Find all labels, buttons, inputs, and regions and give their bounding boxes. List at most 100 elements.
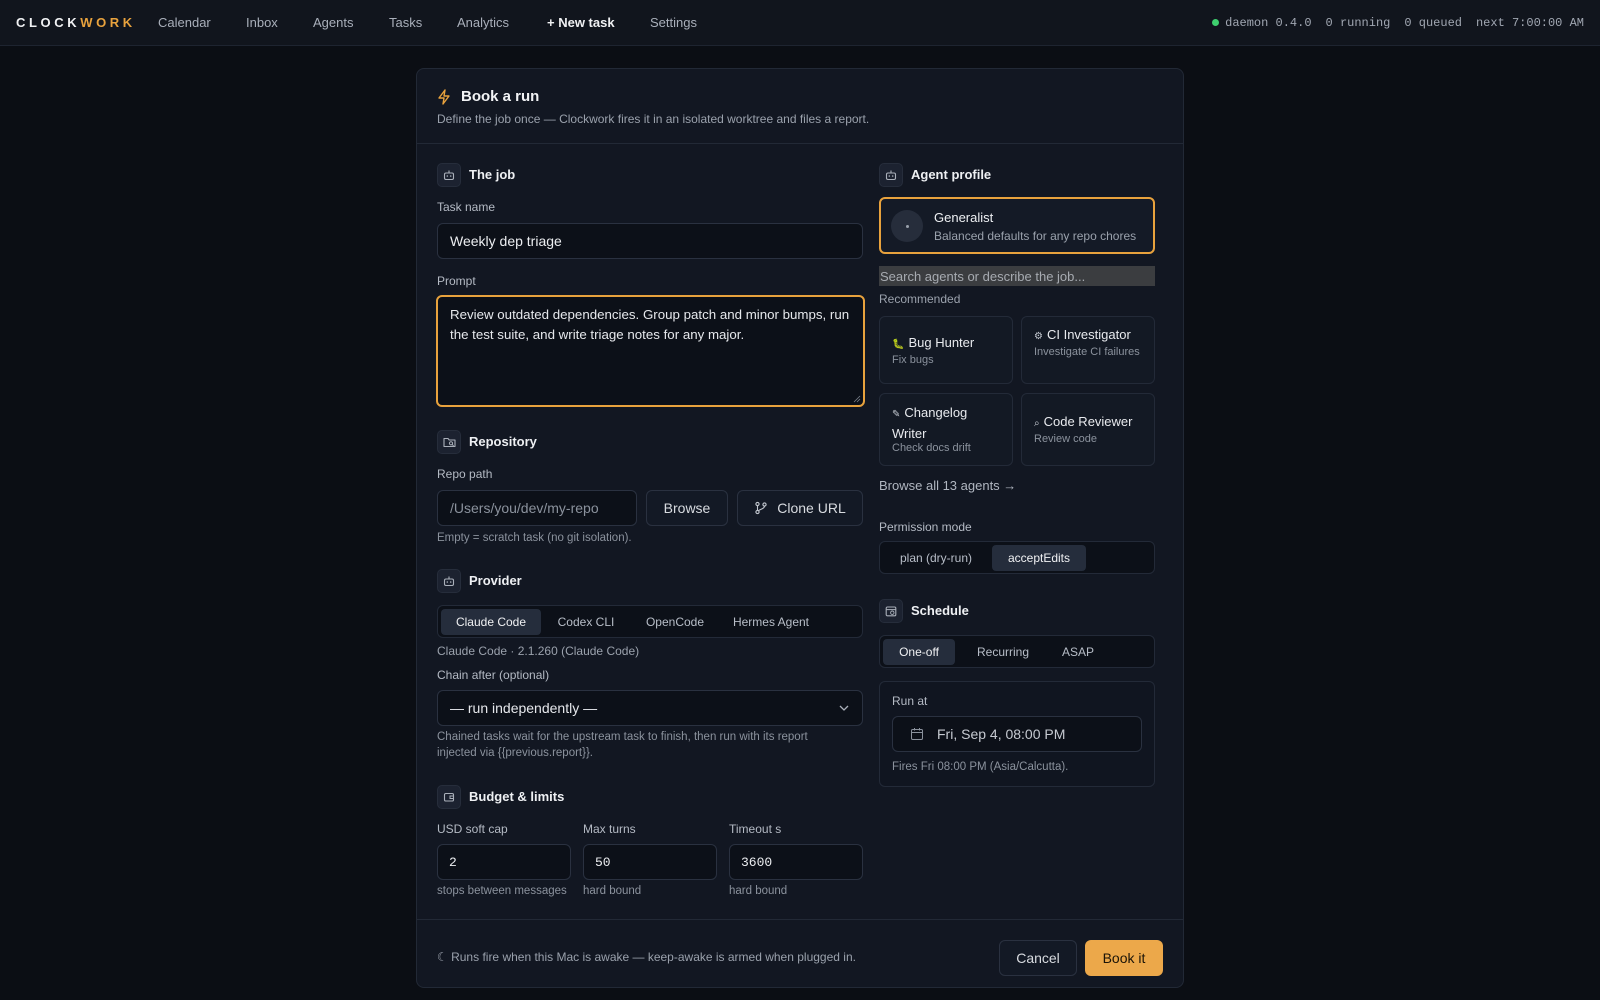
daemon-status: daemon 0.4.0 0 running 0 queued next 7:0…: [1212, 16, 1584, 30]
logo-text-work: WORK: [80, 15, 136, 30]
wallet-icon: [437, 785, 461, 809]
task-name-label: Task name: [437, 200, 496, 214]
section-title-agent-profile: Agent profile: [911, 167, 992, 182]
book-run-dialog: Book a run Define the job once — Clockwo…: [416, 68, 1184, 988]
permission-option-plan[interactable]: plan (dry-run): [883, 545, 989, 571]
selected-agent-name: Generalist: [934, 210, 994, 225]
resize-handle-icon[interactable]: [853, 395, 861, 403]
nav-agents[interactable]: Agents: [313, 15, 353, 30]
agent-card-name: CI Investigator: [1046, 327, 1131, 342]
repo-path-input[interactable]: /Users/you/dev/my-repo: [437, 490, 637, 526]
section-title-schedule: Schedule: [911, 603, 969, 618]
dialog-footer: ☾ Runs fire when this Mac is awake — kee…: [417, 919, 1183, 987]
max-turns-label: Max turns: [583, 822, 636, 836]
permission-option-accept-edits[interactable]: acceptEdits: [992, 545, 1086, 571]
fires-note: Fires Fri 08:00 PM (Asia/Calcutta).: [892, 761, 1069, 773]
pencil-icon: ✎: [892, 409, 901, 420]
agent-search-input[interactable]: Search agents or describe the job...: [879, 266, 1155, 286]
keep-awake-note: ☾ Runs fire when this Mac is awake — kee…: [437, 950, 856, 964]
top-nav-bar: CLOCKWORK Calendar Inbox Agents Tasks An…: [0, 0, 1600, 46]
running-count: 0 running: [1325, 16, 1391, 30]
provider-robot-icon: [437, 569, 461, 593]
section-title-budget: Budget & limits: [469, 789, 565, 804]
queued-count: 0 queued: [1404, 16, 1462, 30]
cancel-button[interactable]: Cancel: [999, 940, 1077, 976]
provider-option-claude-code[interactable]: Claude Code: [441, 609, 541, 635]
dialog-header: Book a run Define the job once — Clockwo…: [417, 69, 1183, 144]
app-logo[interactable]: CLOCKWORK: [16, 15, 136, 30]
chain-after-value: — run independently —: [450, 700, 598, 716]
provider-option-opencode[interactable]: OpenCode: [631, 609, 719, 635]
schedule-type-selector: One-off Recurring ASAP: [879, 635, 1155, 668]
section-title-job: The job: [469, 167, 516, 182]
agent-card-desc: Fix bugs: [892, 354, 934, 366]
clone-url-button[interactable]: Clone URL: [737, 490, 863, 526]
job-robot-icon: [437, 163, 461, 187]
repository-folder-icon: [437, 430, 461, 454]
prompt-label: Prompt: [437, 274, 476, 288]
max-turns-hint: hard bound: [583, 885, 642, 897]
prompt-text: Review outdated dependencies. Group patc…: [450, 307, 850, 342]
usd-cap-input[interactable]: 2: [437, 844, 571, 880]
usd-cap-label: USD soft cap: [437, 822, 508, 836]
nav-analytics[interactable]: Analytics: [457, 15, 509, 30]
schedule-option-one-off[interactable]: One-off: [883, 639, 955, 665]
browse-all-agents-link[interactable]: Browse all 13 agents →: [879, 478, 1016, 493]
book-it-button[interactable]: Book it: [1085, 940, 1163, 976]
status-dot-icon: [1212, 19, 1220, 26]
dialog-subtitle: Define the job once — Clockwork fires it…: [437, 112, 870, 126]
nav-calendar[interactable]: Calendar: [158, 15, 211, 30]
logo-text-clock: CLOCK: [16, 15, 81, 30]
calendar-clock-icon: [879, 599, 903, 623]
run-at-panel: Run at Fri, Sep 4, 08:00 PM Fires Fri 08…: [879, 681, 1155, 787]
agent-card-name: Changelog Writer: [892, 405, 968, 441]
agent-card-name: Code Reviewer: [1043, 414, 1133, 429]
timeout-input[interactable]: 3600: [729, 844, 863, 880]
agent-card-desc: Check docs drift: [892, 442, 971, 454]
max-turns-input[interactable]: 50: [583, 844, 717, 880]
selected-agent-desc: Balanced defaults for any repo chores: [934, 229, 1137, 243]
section-title-provider: Provider: [469, 573, 522, 588]
agent-card-name: Bug Hunter: [908, 335, 975, 350]
repo-hint: Empty = scratch task (no git isolation).: [437, 532, 632, 544]
clone-url-label: Clone URL: [777, 500, 846, 516]
provider-option-codex-cli[interactable]: Codex CLI: [541, 609, 631, 635]
dialog-title: Book a run: [461, 88, 540, 105]
agent-card-bug-hunter[interactable]: 🐛 Bug Hunter Fix bugs: [879, 316, 1013, 384]
run-at-datetime-input[interactable]: Fri, Sep 4, 08:00 PM: [892, 716, 1142, 752]
nav-new-task[interactable]: + New task: [547, 15, 615, 30]
timeout-hint: hard bound: [729, 885, 788, 897]
nav-settings[interactable]: Settings: [650, 15, 697, 30]
agent-robot-icon: [879, 163, 903, 187]
chain-after-label: Chain after (optional): [437, 668, 550, 682]
schedule-option-asap[interactable]: ASAP: [1048, 639, 1108, 665]
nav-tasks[interactable]: Tasks: [389, 15, 422, 30]
calendar-icon: [911, 728, 923, 740]
chain-after-select[interactable]: — run independently —: [437, 690, 863, 726]
recommended-label: Recommended: [879, 292, 961, 306]
daemon-version: daemon 0.4.0: [1212, 16, 1312, 30]
browse-button[interactable]: Browse: [646, 490, 728, 526]
agent-avatar: [891, 210, 923, 242]
agent-card-desc: Investigate CI failures: [1034, 346, 1140, 358]
repo-path-label: Repo path: [437, 467, 493, 481]
nav-inbox[interactable]: Inbox: [246, 15, 278, 30]
schedule-option-recurring[interactable]: Recurring: [958, 639, 1048, 665]
run-at-label: Run at: [892, 694, 928, 708]
chevron-down-icon: [839, 705, 849, 711]
agent-card-ci-investigator[interactable]: ⚙ CI Investigator Investigate CI failures: [1021, 316, 1155, 384]
chain-hint-line-2: injected via {{previous.report}}.: [437, 747, 593, 759]
lightning-icon: [438, 89, 450, 105]
section-title-repository: Repository: [469, 434, 537, 449]
agent-card-changelog-writer[interactable]: ✎ Changelog Writer Check docs drift: [879, 393, 1013, 466]
selected-agent-card[interactable]: Generalist Balanced defaults for any rep…: [879, 197, 1155, 254]
usd-cap-hint: stops between messages: [437, 885, 567, 897]
agent-card-desc: Review code: [1034, 433, 1097, 445]
run-at-value: Fri, Sep 4, 08:00 PM: [937, 726, 1066, 742]
provider-option-hermes-agent[interactable]: Hermes Agent: [719, 609, 823, 635]
permission-mode-label: Permission mode: [879, 520, 972, 534]
prompt-textarea[interactable]: Review outdated dependencies. Group patc…: [436, 295, 865, 407]
provider-selector: Claude Code Codex CLI OpenCode Hermes Ag…: [437, 605, 863, 638]
agent-card-code-reviewer[interactable]: ⌕ Code Reviewer Review code: [1021, 393, 1155, 466]
task-name-input[interactable]: Weekly dep triage: [437, 223, 863, 259]
